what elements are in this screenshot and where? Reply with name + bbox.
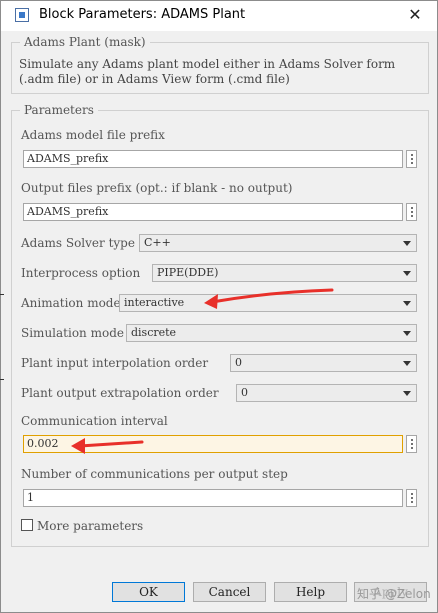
- input-interp-select[interactable]: 0: [230, 354, 417, 372]
- parameters-group-title: Parameters: [20, 103, 98, 117]
- help-button[interactable]: Help: [274, 582, 347, 602]
- close-button[interactable]: ✕: [405, 5, 425, 25]
- edge-marker: [0, 379, 4, 380]
- comm-per-output-input[interactable]: 1: [23, 489, 403, 507]
- output-extrap-select[interactable]: 0: [236, 384, 417, 402]
- comm-interval-label: Communication interval: [21, 414, 168, 428]
- animation-mode-value: interactive: [124, 296, 185, 309]
- simulation-mode-label: Simulation mode: [21, 326, 124, 340]
- input-interp-value: 0: [235, 356, 242, 369]
- watermark-text: 知乎 @Zelon: [357, 587, 431, 601]
- mask-group-title: Adams Plant (mask): [20, 35, 150, 49]
- ok-button[interactable]: OK: [112, 582, 185, 602]
- output-extrap-label: Plant output extrapolation order: [21, 386, 219, 400]
- simulink-block-icon: [15, 8, 29, 22]
- animation-mode-label: Animation mode: [21, 296, 121, 310]
- chevron-down-icon: [403, 391, 411, 396]
- model-prefix-menu-button[interactable]: [406, 150, 417, 168]
- close-icon[interactable]: ✕: [408, 5, 421, 24]
- interprocess-select[interactable]: PIPE(DDE): [152, 264, 417, 282]
- solver-type-select[interactable]: C++: [139, 234, 417, 252]
- chevron-down-icon: [403, 301, 411, 306]
- chevron-down-icon: [403, 241, 411, 246]
- interprocess-value: PIPE(DDE): [157, 266, 219, 279]
- mask-description: Simulate any Adams plant model either in…: [19, 57, 396, 86]
- chevron-down-icon: [403, 331, 411, 336]
- solver-type-label: Adams Solver type: [21, 236, 135, 250]
- output-prefix-input[interactable]: ADAMS_prefix: [23, 203, 403, 221]
- title-bar: Block Parameters: ADAMS Plant ✕: [1, 1, 437, 31]
- annotation-arrow-comm-interval: [71, 438, 144, 454]
- interprocess-label: Interprocess option: [21, 266, 141, 280]
- window-title: Block Parameters: ADAMS Plant: [39, 7, 246, 22]
- chevron-down-icon: [403, 361, 411, 366]
- input-interp-label: Plant input interpolation order: [21, 356, 209, 370]
- output-extrap-value: 0: [241, 386, 248, 399]
- simulation-mode-select[interactable]: discrete: [126, 324, 417, 342]
- model-prefix-label: Adams model file prefix: [21, 128, 165, 142]
- more-parameters-label: More parameters: [37, 519, 144, 533]
- output-prefix-menu-button[interactable]: [406, 203, 417, 221]
- chevron-down-icon: [403, 271, 411, 276]
- solver-type-value: C++: [144, 236, 171, 249]
- model-prefix-input[interactable]: ADAMS_prefix: [23, 150, 403, 168]
- simulation-mode-value: discrete: [131, 326, 177, 339]
- cancel-button[interactable]: Cancel: [193, 582, 266, 602]
- more-parameters-checkbox[interactable]: [21, 519, 33, 531]
- comm-interval-menu-button[interactable]: [406, 435, 417, 453]
- annotation-arrow-animation: [204, 288, 334, 309]
- output-prefix-label: Output files prefix (opt.: if blank - no…: [21, 181, 293, 195]
- comm-per-output-menu-button[interactable]: [406, 489, 417, 507]
- edge-marker: [0, 294, 4, 295]
- comm-per-output-label: Number of communications per output step: [21, 467, 288, 481]
